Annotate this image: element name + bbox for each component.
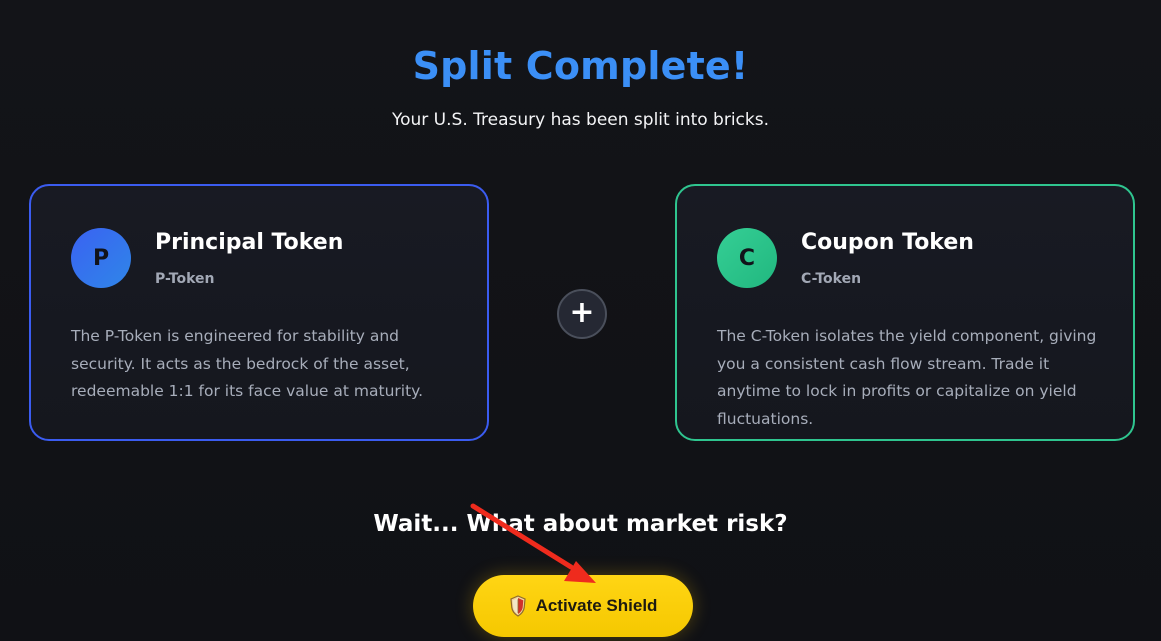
principal-token-title: Principal Token [155, 230, 344, 255]
page: Split Complete! Your U.S. Treasury has b… [0, 0, 1161, 641]
activate-shield-button[interactable]: Activate Shield [473, 575, 693, 637]
activate-shield-label: Activate Shield [535, 596, 658, 615]
principal-token-description: The P-Token is engineered for stability … [71, 327, 424, 400]
coupon-token-card: C Coupon Token C-Token The C-Token isola… [675, 184, 1135, 441]
coupon-token-badge: C [717, 228, 777, 288]
principal-token-symbol: P-Token [155, 271, 215, 287]
page-title: Split Complete! [412, 44, 749, 88]
market-risk-question: Wait... What about market risk? [373, 511, 788, 537]
page-subtitle: Your U.S. Treasury has been split into b… [391, 110, 770, 130]
coupon-token-description: The C-Token isolates the yield component… [717, 327, 1097, 428]
plus-button: + [557, 289, 607, 339]
principal-token-card: P Principal Token P-Token The P-Token is… [29, 184, 489, 441]
coupon-token-symbol: C-Token [801, 271, 862, 287]
plus-icon: + [569, 295, 595, 330]
shield-icon [509, 595, 526, 617]
principal-token-badge: P [71, 228, 131, 288]
coupon-token-title: Coupon Token [801, 230, 974, 255]
